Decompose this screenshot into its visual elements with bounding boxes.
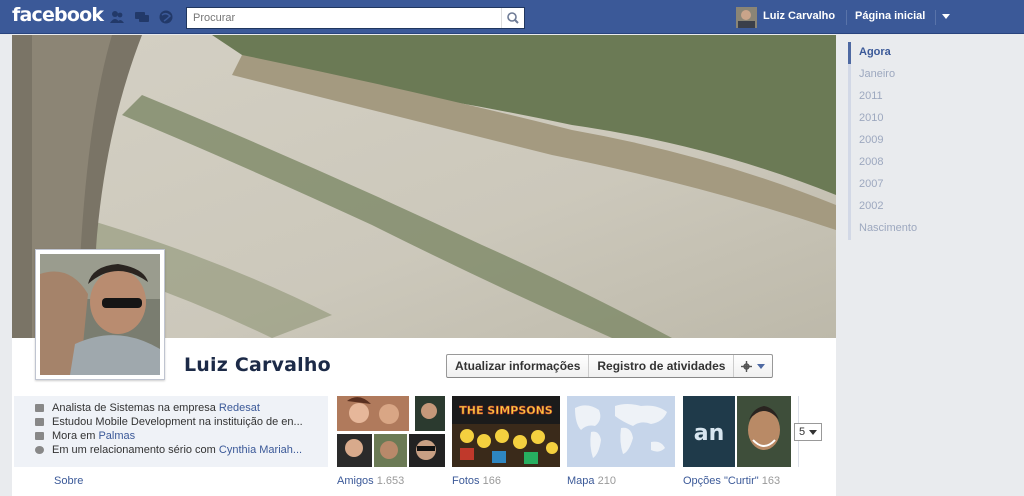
friends-icon[interactable] (110, 10, 124, 24)
home-icon (35, 432, 44, 440)
search-button[interactable] (501, 8, 524, 28)
search-input[interactable] (187, 8, 497, 28)
map-tile[interactable] (567, 396, 675, 467)
timeline-item-2002[interactable]: 2002 (848, 196, 1018, 218)
account-menu-chevron-down-icon[interactable] (942, 14, 950, 19)
briefcase-icon (35, 404, 44, 412)
messages-icon[interactable] (135, 10, 149, 24)
timeline-item-birth[interactable]: Nascimento (848, 218, 1018, 240)
profile-picture[interactable] (35, 249, 165, 380)
home-link[interactable]: Página inicial (855, 10, 925, 22)
friends-tile[interactable] (337, 396, 445, 467)
profile-actions: Atualizar informações Registro de ativid… (446, 354, 774, 378)
timeline-item-january[interactable]: Janeiro (848, 64, 1018, 86)
about-relationship: Em um relacionamento sério com Cynthia M… (35, 443, 328, 457)
top-bar: facebook Luiz Carvalho Página inicial (0, 0, 1024, 34)
settings-button[interactable] (734, 355, 772, 377)
update-info-button[interactable]: Atualizar informações (447, 355, 590, 377)
search-icon (507, 12, 519, 24)
about-label[interactable]: Sobre (54, 475, 83, 487)
topbar-divider (846, 10, 847, 25)
about-box[interactable]: Analista de Sistemas na empresa Redesat … (14, 396, 328, 467)
search-box[interactable] (186, 7, 525, 29)
logo-artwork-text: an (694, 421, 725, 446)
activity-log-button[interactable]: Registro de atividades (589, 355, 735, 377)
city-link[interactable]: Palmas (98, 430, 135, 442)
partner-link[interactable]: Cynthia Mariah... (219, 444, 302, 456)
facebook-logo[interactable]: facebook (12, 4, 104, 26)
profile-name[interactable]: Luiz Carvalho (184, 354, 331, 376)
friends-label[interactable]: Amigos 1.653 (337, 475, 404, 487)
more-sections-dropdown[interactable]: 5 (794, 423, 822, 441)
timeline-item-2007[interactable]: 2007 (848, 174, 1018, 196)
likes-label[interactable]: Opções "Curtir" 163 (683, 475, 780, 487)
photos-label[interactable]: Fotos 166 (452, 475, 501, 487)
gear-icon (741, 360, 753, 372)
photos-tile[interactable]: THE SIMPSONS (452, 396, 560, 467)
graduation-icon (35, 418, 44, 426)
chevron-down-icon (757, 363, 766, 369)
timeline-item-2010[interactable]: 2010 (848, 108, 1018, 130)
timeline-item-2011[interactable]: 2011 (848, 86, 1018, 108)
timeline-nav: Agora Janeiro 2011 2010 2009 2008 2007 2… (848, 42, 1018, 240)
heart-icon (35, 446, 44, 454)
about-work: Analista de Sistemas na empresa Redesat (35, 401, 328, 415)
profile-main: Luiz Carvalho Atualizar informações Regi… (12, 35, 836, 496)
simpsons-artwork-text: THE SIMPSONS (459, 404, 553, 417)
about-education: Estudou Mobile Development na instituiçã… (35, 415, 328, 429)
likes-tile[interactable]: an (683, 396, 791, 467)
timeline-item-2008[interactable]: 2008 (848, 152, 1018, 174)
notifications-icon[interactable] (159, 10, 173, 24)
about-location: Mora em Palmas (35, 429, 328, 443)
timeline-item-2009[interactable]: 2009 (848, 130, 1018, 152)
user-name-link[interactable]: Luiz Carvalho (763, 10, 835, 22)
timeline-item-now[interactable]: Agora (848, 42, 1018, 64)
map-label[interactable]: Mapa 210 (567, 475, 616, 487)
employer-link[interactable]: Redesat (219, 402, 260, 414)
topbar-divider (935, 10, 936, 25)
user-avatar-small[interactable] (736, 7, 757, 28)
chevron-down-icon (809, 430, 817, 435)
